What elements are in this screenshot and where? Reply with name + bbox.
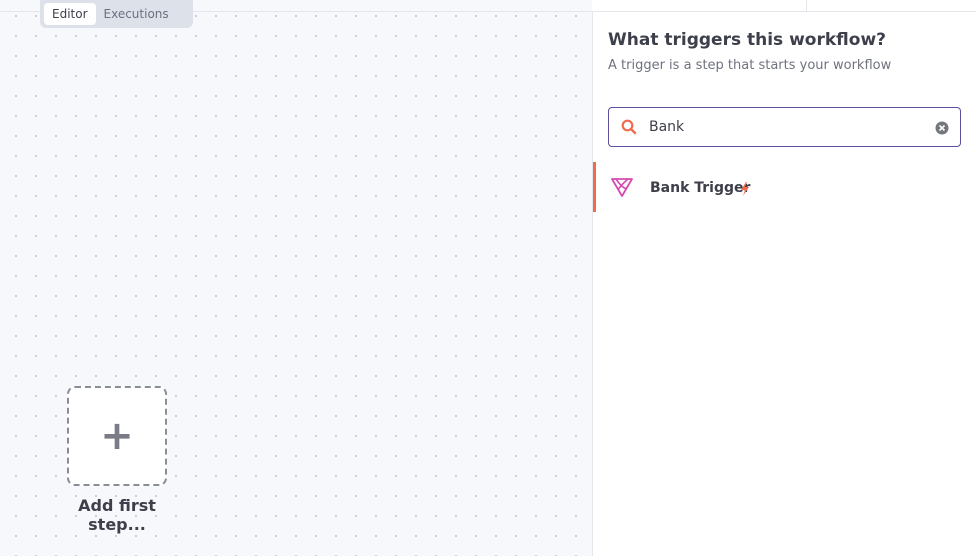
lightning-bolt-icon xyxy=(740,181,750,200)
selection-indicator xyxy=(593,162,596,212)
clear-search-icon[interactable] xyxy=(935,120,949,139)
panel-subtitle: A trigger is a step that starts your wor… xyxy=(608,58,892,73)
plus-icon: + xyxy=(100,413,134,459)
bank-triangle-icon xyxy=(610,176,634,202)
search-icon xyxy=(621,119,637,139)
result-item-bank-trigger[interactable]: Bank Trigger xyxy=(593,162,976,212)
trigger-panel: What triggers this workflow? A trigger i… xyxy=(592,12,976,556)
search-input[interactable] xyxy=(649,116,929,138)
panel-title: What triggers this workflow? xyxy=(608,30,887,50)
search-box[interactable] xyxy=(608,107,961,147)
add-first-step-button[interactable]: + xyxy=(67,386,167,486)
top-divider-tick xyxy=(806,0,807,11)
tab-executions[interactable]: Executions xyxy=(96,3,177,25)
view-tabs: Editor Executions xyxy=(40,0,193,28)
tab-editor[interactable]: Editor xyxy=(44,3,96,25)
result-label: Bank Trigger xyxy=(650,180,751,196)
add-first-step-label: Add first step... xyxy=(78,496,156,534)
